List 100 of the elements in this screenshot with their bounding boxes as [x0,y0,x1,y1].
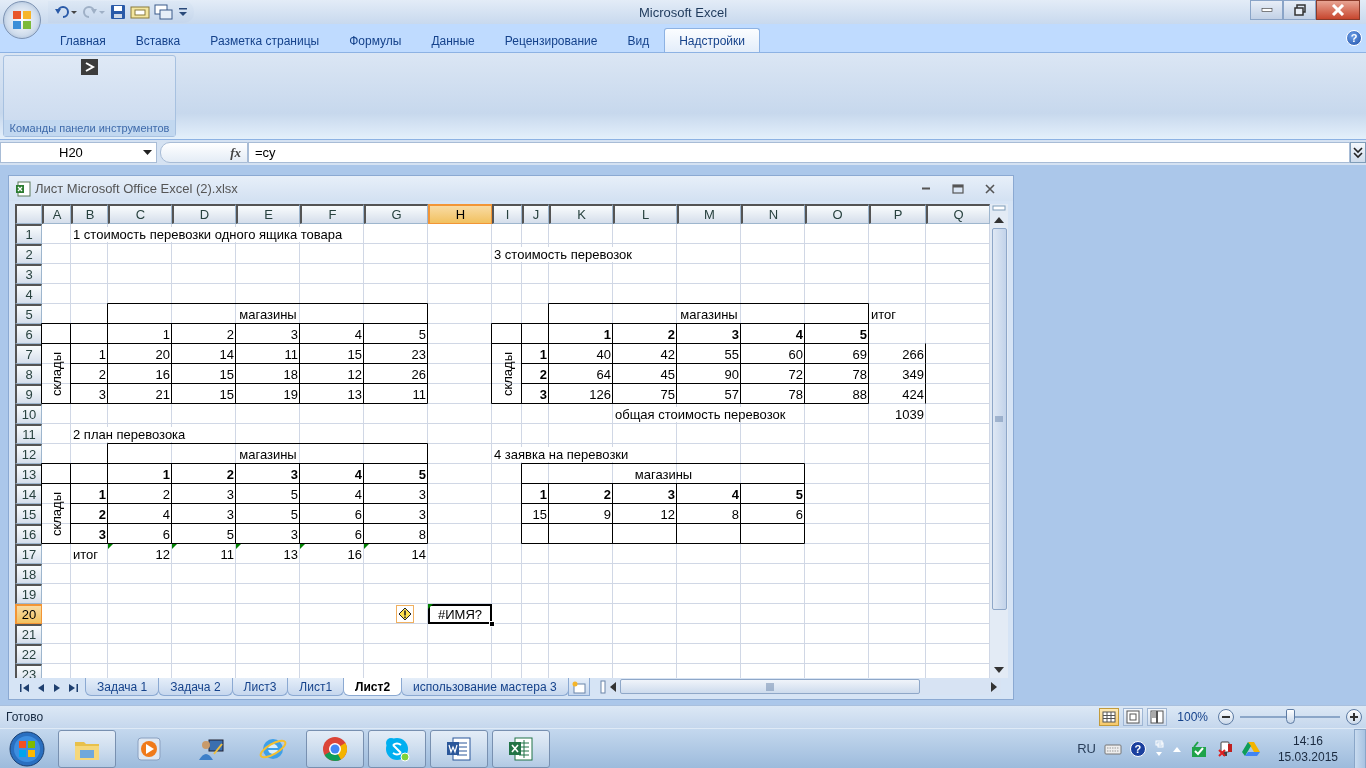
column-header[interactable]: L [613,204,677,224]
insert-function-button[interactable]: fx [230,144,241,161]
taskbar-button[interactable] [306,729,364,768]
last-sheet-icon[interactable] [67,682,79,694]
sheet-tab[interactable]: Задача 2 [158,678,233,696]
command-button[interactable] [81,59,98,75]
column-header[interactable]: Q [926,204,990,224]
row-header[interactable]: 20 [15,604,42,624]
dropdown-caret-icon[interactable] [143,149,152,156]
row-header[interactable]: 14 [15,484,42,504]
column-header[interactable]: P [869,204,926,224]
camera-icon[interactable] [130,4,150,20]
language-indicator[interactable]: RU [1077,741,1096,756]
expand-formula-button[interactable] [1350,142,1366,163]
ribbon-tab[interactable]: Вид [612,28,665,52]
sheet-tab[interactable]: использование мастера 3 [401,678,569,696]
zoom-slider-thumb[interactable] [1286,709,1295,724]
restore-button[interactable] [1283,0,1316,20]
zoom-out-button[interactable] [1218,709,1234,725]
ribbon-tab[interactable]: Данные [416,28,490,52]
row-header[interactable]: 18 [15,564,42,584]
cell-text: 2 [226,466,234,482]
view-button[interactable] [1147,708,1168,726]
clock-date[interactable]: 15.03.2015 [1277,748,1338,765]
column-header[interactable]: D [172,204,236,224]
check-icon[interactable] [1189,739,1208,758]
row-header[interactable]: 21 [15,624,42,644]
restore-icon [1293,4,1306,16]
row-header[interactable]: 11 [15,424,42,444]
formula-field[interactable]: =су [248,142,1350,163]
column-header[interactable]: M [677,204,741,224]
fill-handle[interactable] [489,621,495,627]
error-options-button[interactable] [396,605,414,623]
first-sheet-icon[interactable] [19,682,31,694]
cell-text: 11 [220,546,234,562]
column-header[interactable]: E [236,204,300,224]
minimize-button[interactable] [1250,0,1283,20]
clock-time[interactable]: 14:16 [1292,732,1323,749]
sheet-tab[interactable]: Лист1 [287,678,345,696]
taskbar-button[interactable] [430,729,488,768]
row-header[interactable]: 9 [15,384,42,404]
zoom-in-button[interactable] [1346,709,1362,725]
column-header[interactable]: N [741,204,805,224]
row-header[interactable]: 12 [15,444,42,464]
name-box[interactable]: H20 [0,142,157,163]
column-header[interactable]: F [300,204,364,224]
row-header[interactable]: 15 [15,504,42,524]
row-header[interactable]: 22 [15,644,42,664]
row-header[interactable]: 3 [15,264,42,284]
column-header[interactable]: O [805,204,869,224]
cell-text: 12 [347,366,362,382]
active-cell[interactable]: #ИМЯ? [428,604,492,624]
help-button[interactable]: ? [1129,740,1146,757]
plug-icon[interactable] [1215,739,1234,758]
row-header[interactable]: 2 [15,244,42,264]
select-all-button[interactable] [15,204,42,224]
cell-text: 1 [539,486,547,502]
cell-text: 1 [98,346,106,362]
close-button[interactable] [1316,0,1360,20]
customize-caret-icon[interactable] [178,6,188,18]
row-header[interactable]: 13 [15,464,42,484]
row-header[interactable]: 6 [15,324,42,344]
row-header[interactable]: 8 [15,364,42,384]
column-header[interactable]: J [522,204,549,224]
workbook-title: Лист Microsoft Office Excel (2).xlsx [35,181,238,196]
ribbon-tab[interactable]: Вставка [120,28,196,52]
ribbon-tab[interactable]: Надстройки [664,28,760,52]
column-header[interactable]: H [428,204,492,224]
column-header[interactable]: A [42,204,71,224]
undo-icon[interactable] [54,4,78,20]
row-header[interactable]: 7 [15,344,42,364]
row-header[interactable]: 5 [15,304,42,324]
cell-text: 5 [795,486,803,502]
taskbar-button[interactable] [492,729,550,768]
view-button[interactable] [1099,708,1120,726]
view-button[interactable] [1123,708,1144,726]
column-header[interactable]: G [364,204,428,224]
column-header[interactable]: C [108,204,172,224]
row-header[interactable]: 17 [15,544,42,564]
scroll-thumb[interactable] [619,679,920,694]
windows-icon[interactable] [154,4,174,20]
ribbon-tab[interactable]: Рецензирование [489,28,613,52]
row-header[interactable]: 10 [15,404,42,424]
row-header[interactable]: 16 [15,524,42,544]
ribbon-tab[interactable]: Главная [45,28,121,52]
row-header[interactable]: 4 [15,284,42,304]
save-icon[interactable] [110,4,126,20]
sheet-tab[interactable]: Лист2 [343,678,403,696]
ribbon-tab[interactable]: Разметка страницы [195,28,335,52]
column-header[interactable]: K [549,204,613,224]
cell-text: 3 [418,486,426,502]
cell-text: 5 [859,326,867,342]
column-header[interactable]: I [492,204,522,224]
sheet-tab[interactable]: Лист3 [231,678,289,696]
column-header[interactable]: B [71,204,108,224]
row-header[interactable]: 1 [15,224,42,244]
scroll-thumb[interactable] [991,228,1007,610]
row-header[interactable]: 19 [15,584,42,604]
sheet-tab[interactable]: Задача 1 [85,678,160,696]
ribbon-tab[interactable]: Формулы [334,28,417,52]
